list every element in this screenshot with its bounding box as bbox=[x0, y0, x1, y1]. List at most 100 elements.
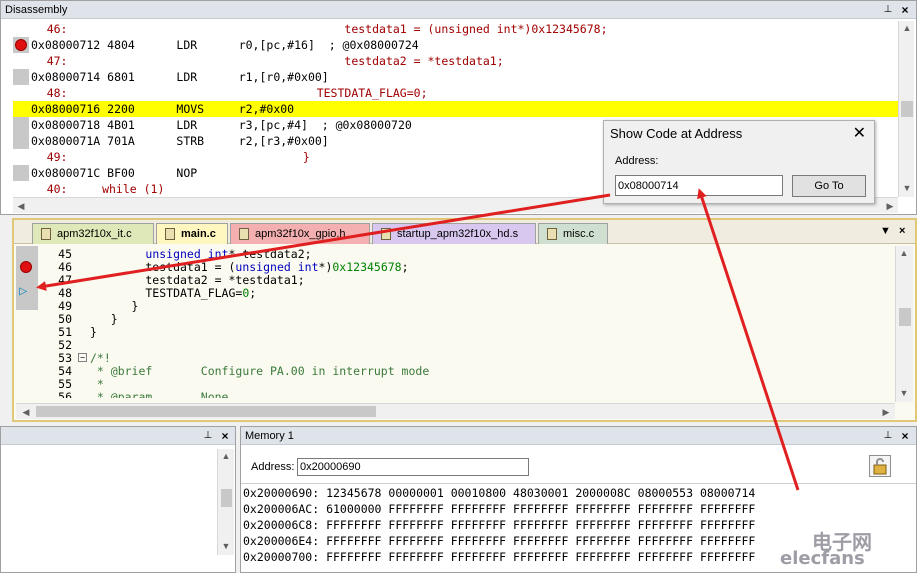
dialog-title: Show Code at Address bbox=[610, 126, 743, 141]
disasm-gutter[interactable] bbox=[13, 37, 29, 53]
tab-file[interactable]: startup_apm32f10x_hd.s bbox=[372, 223, 536, 244]
editor-code[interactable]: 45 unsigned int* testdata2; 46 testdata1 … bbox=[14, 248, 894, 398]
close-icon[interactable]: × bbox=[219, 429, 231, 443]
memory-row[interactable]: 0x200006E4: FFFFFFFF FFFFFFFF FFFFFFFF F… bbox=[243, 533, 755, 549]
tab-label: misc.c bbox=[563, 228, 595, 240]
scroll-up-icon[interactable]: ▲ bbox=[899, 21, 915, 35]
scroll-down-icon[interactable]: ▼ bbox=[218, 539, 234, 553]
code-line[interactable]: 49 } bbox=[14, 300, 894, 313]
tab-file[interactable]: apm32f10x_gpio.h bbox=[230, 223, 370, 244]
disasm-line-text: 0x08000716 2200 MOVS r2,#0x00 bbox=[31, 102, 295, 116]
disasm-gutter[interactable] bbox=[13, 165, 29, 181]
disasm-gutter[interactable] bbox=[13, 117, 29, 133]
disassembly-vscrollbar[interactable]: ▲ ▼ bbox=[898, 21, 914, 197]
left-panel-title bbox=[1, 427, 235, 445]
show-code-dialog: Show Code at Address ✕ Address: Go To bbox=[603, 120, 875, 204]
disasm-source-line[interactable]: 47: testdata2 = *testdata1; bbox=[13, 53, 898, 69]
tab-file[interactable]: misc.c bbox=[538, 223, 608, 244]
pin-icon[interactable]: ⊥ bbox=[883, 430, 893, 442]
editor-hscrollbar[interactable]: ◀ ▶ bbox=[16, 403, 895, 419]
disasm-line-text: 0x08000718 4B01 LDR r3,[pc,#4] ; @0x0800… bbox=[31, 118, 412, 132]
left-panel-vscrollbar[interactable]: ▲ ▼ bbox=[217, 449, 234, 555]
file-icon bbox=[239, 228, 249, 240]
scroll-right-icon[interactable]: ▶ bbox=[878, 405, 894, 419]
file-icon bbox=[547, 228, 557, 240]
lock-icon[interactable] bbox=[869, 455, 891, 477]
code-line[interactable]: ▷ 48 TESTDATA_FLAG=0; bbox=[14, 283, 894, 300]
line-code: * @brief Configure PA.00 in interrupt mo… bbox=[90, 364, 430, 378]
code-line[interactable]: 54 * @brief Configure PA.00 in interrupt… bbox=[14, 365, 894, 378]
tab-list-icon[interactable]: ▼ bbox=[880, 225, 891, 237]
disasm-line-text: 0x08000712 4804 LDR r0,[pc,#16] ; @0x080… bbox=[31, 38, 419, 52]
editor-tab-bar: ▼ × apm32f10x_it.c main.c apm32f10x_gpio.h… bbox=[14, 220, 915, 244]
disasm-source-line[interactable]: 48: TESTDATA_FLAG=0; bbox=[13, 85, 898, 101]
memory-title: Memory 1 bbox=[241, 427, 916, 445]
current-line-arrow-icon: ▷ bbox=[19, 283, 28, 299]
go-to-button[interactable]: Go To bbox=[792, 175, 866, 197]
scroll-thumb[interactable] bbox=[221, 489, 232, 507]
scroll-up-icon[interactable]: ▲ bbox=[218, 449, 234, 463]
disasm-line-text: 49: } bbox=[19, 150, 310, 164]
memory-row[interactable]: 0x200006C8: FFFFFFFF FFFFFFFF FFFFFFFF F… bbox=[243, 517, 755, 533]
disasm-line-text: 48: TESTDATA_FLAG=0; bbox=[19, 86, 428, 100]
tab-label: apm32f10x_it.c bbox=[57, 228, 132, 240]
pin-icon[interactable]: ⊥ bbox=[883, 4, 893, 16]
close-icon[interactable]: × bbox=[899, 3, 911, 17]
disasm-gutter[interactable] bbox=[13, 101, 29, 117]
breakpoint-icon[interactable] bbox=[15, 39, 27, 51]
disasm-line-text: 40: while (1) bbox=[19, 182, 165, 196]
dialog-close-icon[interactable]: ✕ bbox=[853, 123, 866, 143]
watermark-logo: 电子网 elecfans bbox=[780, 530, 872, 569]
code-line[interactable]: 51} bbox=[14, 326, 894, 339]
memory-row[interactable]: 0x20000690: 12345678 00000001 00010800 4… bbox=[243, 485, 755, 501]
disasm-source-line[interactable]: 46: testdata1 = (unsigned int*)0x1234567… bbox=[13, 21, 898, 37]
memory-address-label: Address: bbox=[251, 461, 295, 473]
fold-toggle-icon[interactable]: − bbox=[78, 353, 87, 362]
tab-close-icon[interactable]: × bbox=[899, 225, 905, 237]
scroll-down-icon[interactable]: ▼ bbox=[899, 181, 915, 195]
file-icon bbox=[41, 228, 51, 240]
scroll-thumb[interactable] bbox=[901, 101, 913, 117]
memory-row[interactable]: 0x20000700: FFFFFFFF FFFFFFFF FFFFFFFF F… bbox=[243, 549, 755, 565]
address-input[interactable] bbox=[615, 175, 783, 196]
memory-row[interactable]: 0x200006AC: 61000000 FFFFFFFF FFFFFFFF F… bbox=[243, 501, 755, 517]
left-bottom-panel: ⊥ × ▲ ▼ bbox=[0, 426, 236, 573]
disasm-asm-line[interactable]: 0x08000716 2200 MOVS r2,#0x00 bbox=[13, 101, 898, 117]
code-line[interactable]: 50 } bbox=[14, 313, 894, 326]
scroll-left-icon[interactable]: ◀ bbox=[18, 405, 34, 419]
disasm-asm-line[interactable]: 0x08000712 4804 LDR r0,[pc,#16] ; @0x080… bbox=[13, 37, 898, 53]
pin-icon[interactable]: ⊥ bbox=[203, 430, 213, 442]
editor-vscrollbar[interactable]: ▲ ▼ bbox=[895, 246, 913, 402]
scroll-down-icon[interactable]: ▼ bbox=[896, 386, 912, 400]
tab-label: apm32f10x_gpio.h bbox=[255, 228, 346, 240]
code-line[interactable]: 56 * @param None bbox=[14, 390, 894, 399]
code-line[interactable]: 52 bbox=[14, 339, 894, 352]
source-editor: ▼ × apm32f10x_it.c main.c apm32f10x_gpio.h… bbox=[12, 218, 917, 422]
disasm-line-text: 0x08000714 6801 LDR r1,[r0,#0x00] bbox=[31, 70, 329, 84]
breakpoint-icon[interactable] bbox=[20, 261, 32, 273]
disasm-line-text: 46: testdata1 = (unsigned int*)0x1234567… bbox=[19, 22, 608, 36]
disasm-line-text: 0x0800071C BF00 NOP bbox=[31, 166, 198, 180]
tab-label: main.c bbox=[181, 228, 216, 240]
disasm-asm-line[interactable]: 0x08000714 6801 LDR r1,[r0,#0x00] bbox=[13, 69, 898, 85]
disasm-gutter[interactable] bbox=[13, 69, 29, 85]
line-code: } bbox=[90, 325, 97, 339]
scroll-thumb[interactable] bbox=[899, 308, 911, 326]
disasm-line-text: 47: testdata2 = *testdata1; bbox=[19, 54, 504, 68]
scroll-up-icon[interactable]: ▲ bbox=[896, 246, 912, 260]
disasm-line-text: 0x0800071A 701A STRB r2,[r3,#0x00] bbox=[31, 134, 329, 148]
address-label: Address: bbox=[615, 155, 659, 167]
memory-address-input[interactable] bbox=[297, 458, 529, 476]
tab-file[interactable]: apm32f10x_it.c bbox=[32, 223, 154, 244]
close-icon[interactable]: × bbox=[899, 429, 911, 443]
disasm-gutter[interactable] bbox=[13, 133, 29, 149]
line-code: * @param None bbox=[90, 390, 229, 399]
disassembly-title: Disassembly bbox=[1, 1, 916, 19]
scroll-right-icon[interactable]: ▶ bbox=[882, 199, 898, 213]
scroll-thumb[interactable] bbox=[36, 406, 376, 417]
scroll-left-icon[interactable]: ◀ bbox=[13, 199, 29, 213]
tab-file[interactable]: main.c bbox=[156, 223, 228, 244]
file-icon bbox=[381, 228, 391, 240]
file-icon bbox=[165, 228, 175, 240]
line-number: 56 bbox=[58, 390, 72, 399]
